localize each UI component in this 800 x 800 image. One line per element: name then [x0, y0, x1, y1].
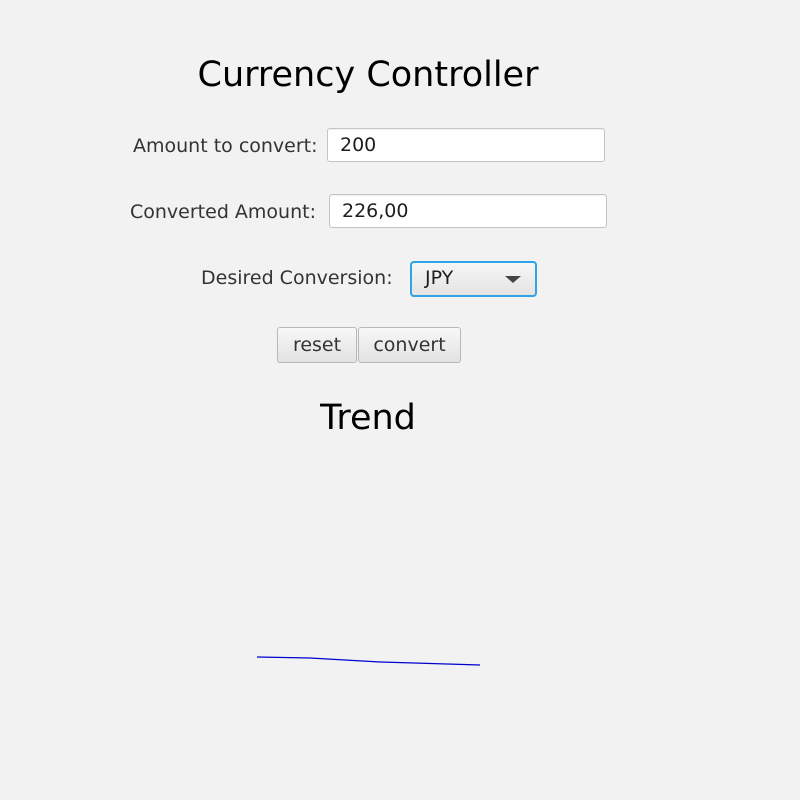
app-title: Currency Controller: [197, 55, 539, 95]
amount-label: Amount to convert:: [133, 135, 318, 157]
desired-conversion-label: Desired Conversion:: [201, 267, 393, 289]
chevron-down-icon[interactable]: [505, 276, 521, 283]
converted-amount-field[interactable]: 226,00: [329, 194, 607, 228]
trend-line: [256, 656, 481, 666]
converted-amount-label: Converted Amount:: [130, 201, 316, 223]
amount-input[interactable]: 200: [327, 128, 605, 162]
reset-button[interactable]: reset: [277, 327, 357, 363]
currency-dropdown-value: JPY: [425, 267, 454, 289]
trend-chart: [256, 656, 481, 666]
trend-title: Trend: [320, 398, 416, 438]
currency-dropdown[interactable]: JPY: [410, 261, 537, 297]
convert-button[interactable]: convert: [358, 327, 461, 363]
